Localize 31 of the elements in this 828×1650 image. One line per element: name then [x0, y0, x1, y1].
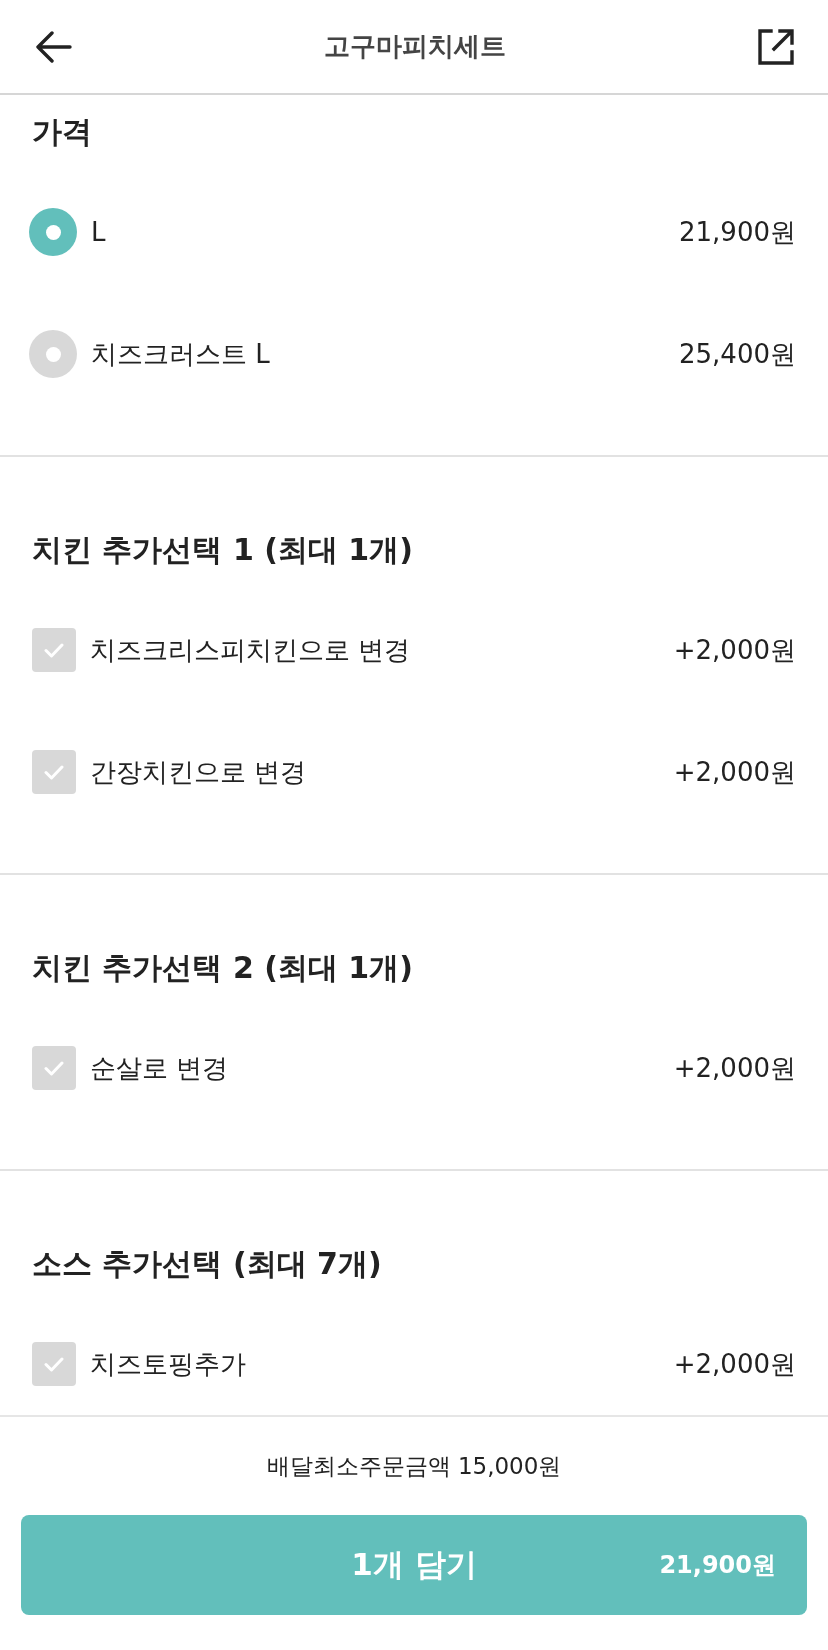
- add-to-cart-button[interactable]: 1개 담기 21,900원: [21, 1515, 807, 1615]
- share-icon: [758, 28, 794, 65]
- radio-button[interactable]: [29, 330, 77, 378]
- checkbox[interactable]: [32, 1046, 76, 1090]
- option-price: 21,900원: [679, 215, 796, 249]
- check-icon: [44, 642, 64, 658]
- section-title: 소스 추가선택 (최대 7개): [32, 1245, 383, 1283]
- option-label: 간장치킨으로 변경: [90, 755, 307, 789]
- checkbox[interactable]: [32, 1342, 76, 1386]
- option-label: 치즈크리스피치킨으로 변경: [90, 633, 411, 667]
- section-title: 치킨 추가선택 2 (최대 1개): [32, 949, 414, 987]
- option-price: +2,000원: [673, 755, 796, 789]
- section-title: 가격: [32, 113, 93, 151]
- option-label: 치즈크러스트 L: [91, 337, 270, 371]
- radio-button[interactable]: [29, 208, 77, 256]
- option-price: +2,000원: [673, 1347, 796, 1381]
- minimum-order-text: 배달최소주문금액 15,000원: [266, 1452, 562, 1481]
- check-icon: [44, 764, 64, 780]
- check-icon: [44, 1356, 64, 1372]
- section-title: 치킨 추가선택 1 (최대 1개): [32, 531, 414, 569]
- checkbox[interactable]: [32, 628, 76, 672]
- check-icon: [44, 1060, 64, 1076]
- option-label: 치즈토핑추가: [90, 1347, 246, 1381]
- option-price: 25,400원: [679, 337, 796, 371]
- option-label: 순살로 변경: [90, 1051, 229, 1085]
- checkbox[interactable]: [32, 750, 76, 794]
- back-arrow-icon: [36, 30, 72, 63]
- option-price: +2,000원: [673, 633, 796, 667]
- page-title: 고구마피치세트: [324, 30, 506, 63]
- option-price: +2,000원: [673, 1051, 796, 1085]
- option-label: L: [91, 217, 106, 247]
